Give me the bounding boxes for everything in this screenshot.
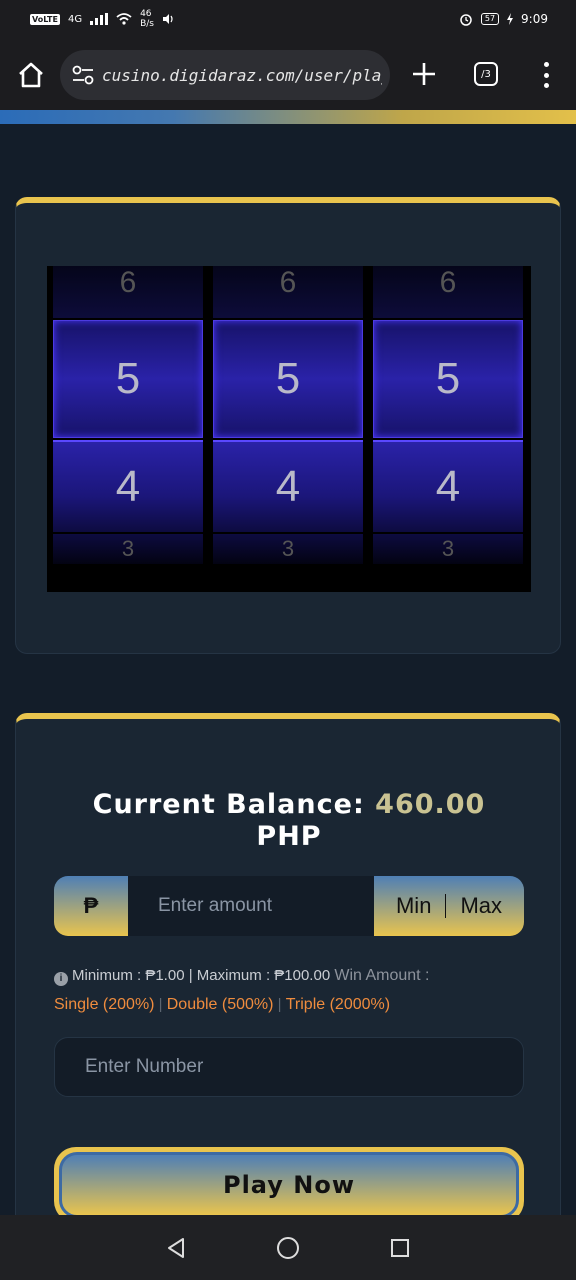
home-icon xyxy=(19,62,43,88)
signal-icon xyxy=(90,13,109,25)
reel-symbol: 6 xyxy=(53,266,203,318)
url-text[interactable]: cusino.digidaraz.com/user/play/ xyxy=(102,66,382,85)
currency-prefix: ₱ xyxy=(54,876,128,936)
speed-value: 46 xyxy=(140,9,152,19)
bet-limits: Minimum : ₱1.00 | Maximum : ₱100.00 xyxy=(72,967,331,984)
reel-symbol: 6 xyxy=(213,266,363,318)
balance-currency: PHP xyxy=(256,821,322,852)
balance-label: Current Balance: xyxy=(92,789,365,820)
slot-reels: 6 5 4 3 6 5 4 3 6 5 4 3 xyxy=(47,266,531,592)
number-input[interactable] xyxy=(54,1037,524,1097)
network-label: 4G xyxy=(67,13,83,25)
back-icon xyxy=(168,1237,184,1258)
status-bar: VoLTE 4G 46 B/s 57 9:09 xyxy=(0,0,576,38)
slot-machine-card: 6 5 4 3 6 5 4 3 6 5 4 3 xyxy=(15,197,561,654)
recents-icon xyxy=(391,1238,409,1257)
play-now-button[interactable]: Play Now xyxy=(54,1147,524,1223)
header-stripe xyxy=(0,110,576,124)
max-button[interactable]: Max xyxy=(460,893,502,919)
wifi-icon xyxy=(116,13,132,25)
back-button[interactable] xyxy=(162,1234,190,1262)
address-bar[interactable]: cusino.digidaraz.com/user/play/ xyxy=(60,50,390,100)
reel-symbol: 5 xyxy=(373,320,523,438)
amount-input[interactable] xyxy=(128,876,374,936)
clock: 9:09 xyxy=(521,12,548,26)
status-right: 57 9:09 xyxy=(459,12,548,26)
triple-odds: Triple (2000%) xyxy=(285,996,391,1013)
alarm-icon xyxy=(460,14,472,26)
divider: | xyxy=(277,996,282,1013)
bet-info: i Minimum : ₱1.00 | Maximum : ₱100.00 Win… xyxy=(54,961,534,1019)
reel-symbol: 4 xyxy=(213,440,363,532)
volume-icon xyxy=(162,14,173,24)
volte-badge: VoLTE xyxy=(30,13,60,25)
reel-symbol: 3 xyxy=(373,534,523,564)
site-settings-icon[interactable] xyxy=(72,65,94,85)
min-button[interactable]: Min xyxy=(396,893,431,919)
tabs-icon: /3 xyxy=(481,68,491,80)
more-vert-icon[interactable] xyxy=(536,62,556,88)
win-amount-label: Win Amount : xyxy=(334,967,430,984)
reel-2: 6 5 4 3 xyxy=(207,266,363,566)
reel-symbol: 3 xyxy=(53,534,203,564)
speed-unit: B/s xyxy=(140,19,154,29)
reel-symbol: 5 xyxy=(213,320,363,438)
reel-3: 6 5 4 3 xyxy=(367,266,523,566)
home-circle-icon xyxy=(277,1236,299,1259)
single-odds: Single (200%) xyxy=(54,996,155,1013)
status-left: VoLTE 4G 46 B/s xyxy=(30,9,174,29)
system-nav-bar xyxy=(0,1215,576,1280)
charging-icon xyxy=(507,13,514,25)
reel-symbol: 3 xyxy=(213,534,363,564)
home-nav-button[interactable] xyxy=(274,1234,302,1262)
reel-symbol: 6 xyxy=(373,266,523,318)
reel-1: 6 5 4 3 xyxy=(47,266,203,566)
amount-group: ₱ Min Max xyxy=(54,876,524,936)
reel-symbol: 4 xyxy=(53,440,203,532)
network-speed: 46 B/s xyxy=(140,9,154,29)
reel-symbol: 4 xyxy=(373,440,523,532)
tabs-button[interactable]: /3 xyxy=(474,62,498,86)
info-icon: i xyxy=(54,972,68,986)
battery-indicator: 57 xyxy=(480,13,500,25)
divider: | xyxy=(158,996,163,1013)
min-max-group: Min Max xyxy=(374,876,524,936)
reel-symbol: 5 xyxy=(53,320,203,438)
current-balance: Current Balance: 460.00 PHP xyxy=(16,789,562,853)
home-button[interactable] xyxy=(16,60,46,90)
divider xyxy=(445,894,447,918)
recents-button[interactable] xyxy=(386,1234,414,1262)
play-now-label[interactable]: Play Now xyxy=(59,1152,519,1218)
browser-toolbar: cusino.digidaraz.com/user/play/ /3 xyxy=(0,38,576,110)
plus-icon xyxy=(413,63,435,85)
bet-form-card: Current Balance: 460.00 PHP ₱ Min Max iM… xyxy=(15,713,561,1233)
balance-amount: 460.00 xyxy=(375,789,486,820)
new-tab-button[interactable] xyxy=(410,60,438,88)
double-odds: Double (500%) xyxy=(166,996,274,1013)
